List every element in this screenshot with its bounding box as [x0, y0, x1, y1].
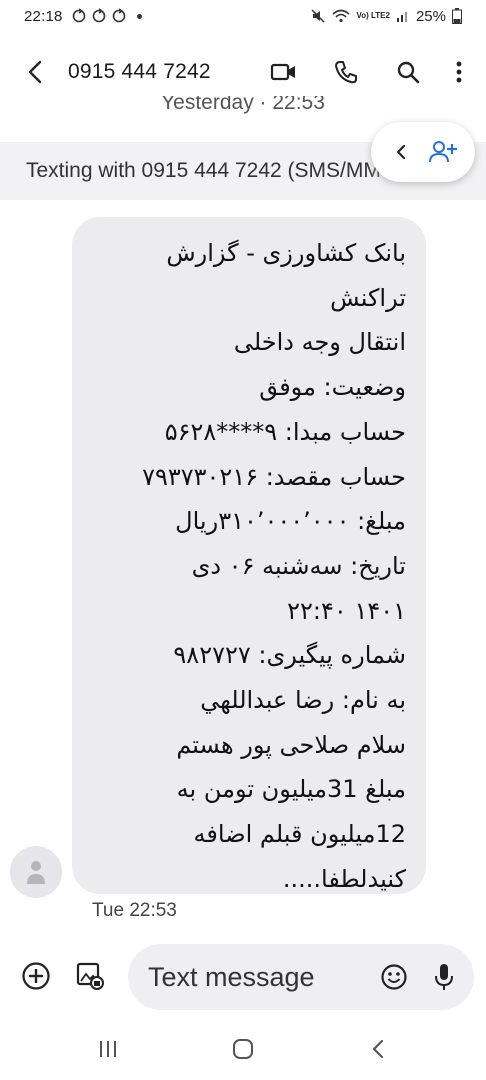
system-back-button[interactable]	[348, 1025, 408, 1073]
sync-icon	[92, 8, 105, 23]
message-text: بانک کشاورزی - گزارش تراکنش انتقال وجه د…	[92, 231, 406, 902]
video-call-button[interactable]	[256, 48, 312, 96]
date-divider-label: Yesterday · 22:53	[161, 96, 325, 114]
attach-button[interactable]	[14, 954, 58, 998]
chevron-left-icon	[373, 1039, 384, 1059]
message-line: مبلغ 31میلیون تومن به	[176, 775, 406, 804]
message-input-placeholder: Text message	[148, 961, 315, 992]
conversation-header: 0915 444 7242	[0, 44, 486, 100]
status-right: Vo) LTE2 25%	[310, 8, 462, 25]
signal-icon	[396, 12, 407, 22]
plus-circle-icon	[22, 962, 50, 990]
phone-icon	[335, 61, 357, 84]
search-icon	[397, 61, 420, 84]
message-line: مبلغ: ۳۱۰٬۰۰۰٬۰۰۰ریال	[175, 507, 406, 536]
message-line: تراکنش	[330, 283, 406, 312]
message-line: حساب مبدا: ۹****۵۶۲۸	[164, 417, 406, 446]
person-icon	[27, 861, 45, 884]
call-button[interactable]	[318, 48, 374, 96]
voice-input-button[interactable]	[424, 957, 464, 997]
message-line: به نام: رضا عبداللهي	[200, 686, 406, 715]
quick-action-pill	[371, 122, 475, 182]
emoji-button[interactable]	[374, 957, 414, 997]
contact-title[interactable]: 0915 444 7242	[68, 60, 211, 84]
composer: Text message	[0, 944, 486, 1010]
search-button[interactable]	[380, 48, 436, 96]
status-time: 22:18	[24, 7, 63, 25]
collapse-button[interactable]	[383, 132, 419, 172]
home-icon	[232, 1039, 253, 1059]
network-label: Vo) LTE2	[356, 11, 390, 20]
sync-icon	[112, 8, 125, 23]
message-line: تاریخ: سه‌شنبه ۰۶ دی	[191, 551, 406, 580]
battery-icon	[452, 8, 462, 24]
status-bar: 22:18 Vo) LTE2 25%	[0, 0, 486, 32]
message-timestamp: Tue 22:53	[92, 900, 177, 921]
message-line: 12میلیون قبلم اضافه	[193, 820, 406, 849]
mic-icon	[435, 964, 453, 990]
texting-banner-label: Texting with 0915 444 7242 (SMS/MMS)	[26, 159, 402, 182]
recent-apps-button[interactable]	[78, 1025, 138, 1073]
add-contact-button[interactable]	[423, 132, 463, 172]
message-line: بانک کشاورزی - گزارش	[166, 239, 406, 267]
recents-icon	[99, 1041, 116, 1057]
message-bubble[interactable]: بانک کشاورزی - گزارش تراکنش انتقال وجه د…	[72, 217, 426, 894]
date-divider: Yesterday · 22:53	[0, 96, 486, 122]
notification-icons	[71, 8, 142, 24]
more-options-button[interactable]	[442, 48, 476, 96]
video-call-icon	[270, 63, 295, 81]
arrow-left-icon	[28, 60, 42, 84]
system-nav-bar	[0, 1018, 486, 1080]
message-line: ۱۴۰۱ ۲۲:۴۰	[287, 596, 406, 625]
message-line: سلام صلاحی پور هستم	[176, 730, 406, 759]
message-line: شماره پیگیری: ۹۸۲۷۲۷	[173, 641, 406, 670]
message-line: حساب مقصد: ۷۹۳۷۳۰۲۱۶	[142, 462, 406, 491]
wifi-icon	[332, 9, 351, 23]
back-button[interactable]	[12, 48, 60, 96]
more-vert-icon	[456, 61, 462, 83]
message-line: وضعیت: موفق	[259, 373, 406, 402]
emoji-icon	[381, 964, 407, 990]
sender-avatar[interactable]	[10, 846, 62, 898]
add-person-icon	[429, 141, 457, 163]
gallery-button[interactable]	[68, 954, 112, 998]
message-line: کنیدلطفا.....	[282, 864, 406, 893]
dot-icon	[136, 13, 142, 19]
message-input[interactable]: Text message	[128, 944, 474, 1010]
chevron-left-icon	[396, 144, 406, 160]
mute-icon	[311, 9, 326, 23]
message-line: انتقال وجه داخلی	[233, 328, 406, 357]
home-button[interactable]	[213, 1025, 273, 1073]
sync-icon	[72, 8, 85, 23]
battery-label: 25%	[415, 7, 446, 25]
gallery-icon	[76, 962, 104, 990]
